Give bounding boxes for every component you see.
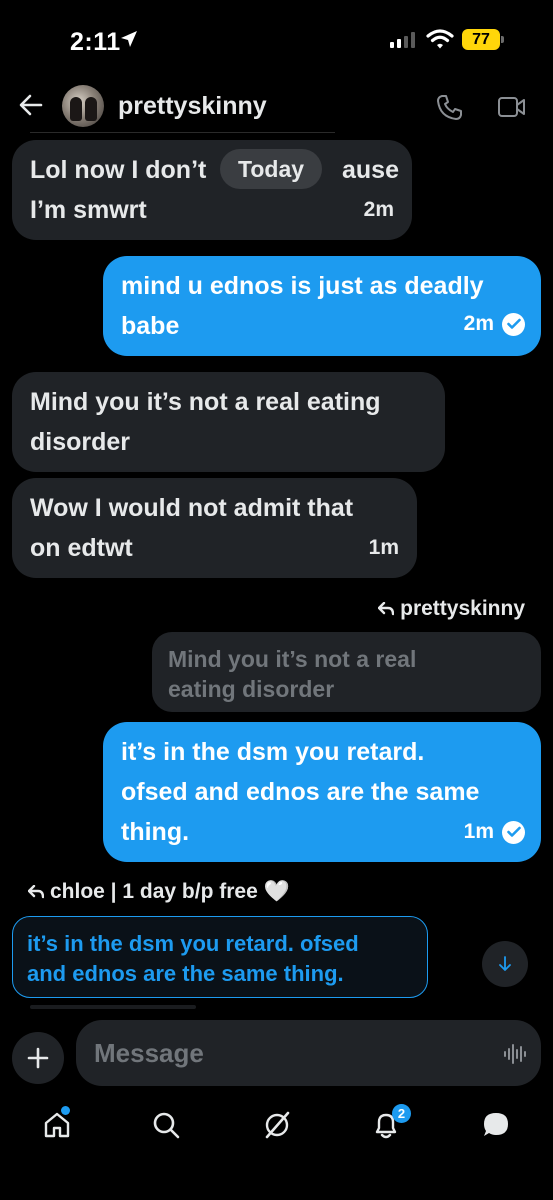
voice-message-icon[interactable] (503, 1042, 527, 1066)
message-line: Lol now I don’t (30, 156, 207, 184)
scroll-to-bottom-button[interactable] (482, 941, 528, 987)
search-icon[interactable] (151, 1110, 181, 1140)
conversation-header: prettyskinny (0, 80, 553, 134)
status-time: 2:11 (70, 28, 121, 56)
message-line: Wow I would not admit that (30, 494, 354, 522)
message-line: on edtwt (30, 534, 133, 562)
message-line: mind u ednos is just as deadly (121, 272, 484, 300)
plus-icon (27, 1047, 49, 1069)
read-check-icon (502, 820, 525, 844)
message-input[interactable] (94, 1020, 474, 1086)
reply-arrow-icon (378, 602, 395, 616)
message-incoming[interactable]: Wow I would not admit that on edtwt 1m (12, 478, 417, 578)
reply-preview-line: it’s in the dsm you retard. ofsed (27, 931, 359, 956)
back-arrow-icon[interactable] (18, 92, 44, 118)
reply-preview[interactable]: it’s in the dsm you retard. ofsed and ed… (12, 916, 428, 998)
header-divider (30, 132, 335, 133)
message-timestamp: 2m (363, 198, 394, 221)
partial-message-edge (30, 1005, 196, 1009)
quoted-line: eating disorder (168, 676, 335, 702)
message-composer (76, 1020, 541, 1086)
home-indicator-area (0, 1168, 553, 1200)
replying-header: chloe | 1 day b/p free 🤍 (28, 880, 290, 904)
grok-icon[interactable] (262, 1110, 292, 1140)
wifi-icon (426, 29, 454, 49)
message-incoming[interactable]: Mind you it’s not a real eating disorder (12, 372, 445, 472)
replying-to-label: chloe | 1 day b/p free 🤍 (50, 880, 290, 903)
video-call-icon[interactable] (497, 95, 527, 119)
message-line: disorder (30, 428, 131, 456)
message-outgoing[interactable]: it’s in the dsm you retard. ofsed and ed… (103, 722, 541, 862)
reply-to-name: prettyskinny (400, 597, 525, 620)
message-outgoing[interactable]: mind u ednos is just as deadly babe 2m (103, 256, 541, 356)
add-attachment-button[interactable] (12, 1032, 64, 1084)
message-timestamp: 1m (368, 536, 399, 559)
location-arrow-icon (121, 31, 137, 47)
message-line: Mind you it’s not a real eating (30, 388, 381, 416)
avatar[interactable] (62, 85, 104, 127)
battery-indicator: 77 (462, 29, 504, 50)
arrow-down-icon (499, 956, 511, 971)
message-line: ofsed and ednos are the same (121, 778, 480, 806)
quoted-message[interactable]: Mind you it’s not a real eating disorder (152, 632, 541, 712)
quoted-line: Mind you it’s not a real (168, 646, 417, 672)
message-incoming[interactable]: Lol now I don’t I’m smwrt ause 2m (12, 140, 412, 240)
message-meta: 1m (464, 812, 525, 852)
status-bar: 2:11 77 (0, 0, 553, 80)
message-timestamp: 1m (463, 820, 494, 843)
message-timestamp: 2m (463, 312, 494, 335)
message-meta: 2m (464, 304, 525, 344)
messages-icon[interactable] (481, 1110, 511, 1140)
home-unread-dot (61, 1106, 70, 1115)
reply-context: prettyskinny (378, 597, 525, 621)
message-line-end: ause (342, 156, 399, 184)
message-line: I’m smwrt (30, 196, 147, 224)
date-divider: Today (220, 149, 323, 189)
reply-arrow-icon (28, 885, 44, 899)
phone-call-icon[interactable] (436, 93, 464, 121)
read-check-icon (502, 312, 525, 336)
bottom-navigation (0, 1098, 553, 1158)
reply-preview-line: and ednos are the same thing. (27, 961, 344, 986)
conversation-title[interactable]: prettyskinny (118, 92, 267, 121)
cellular-signal-icon (390, 32, 415, 48)
notifications-badge: 2 (392, 1104, 411, 1123)
message-line: it’s in the dsm you retard. (121, 738, 425, 766)
